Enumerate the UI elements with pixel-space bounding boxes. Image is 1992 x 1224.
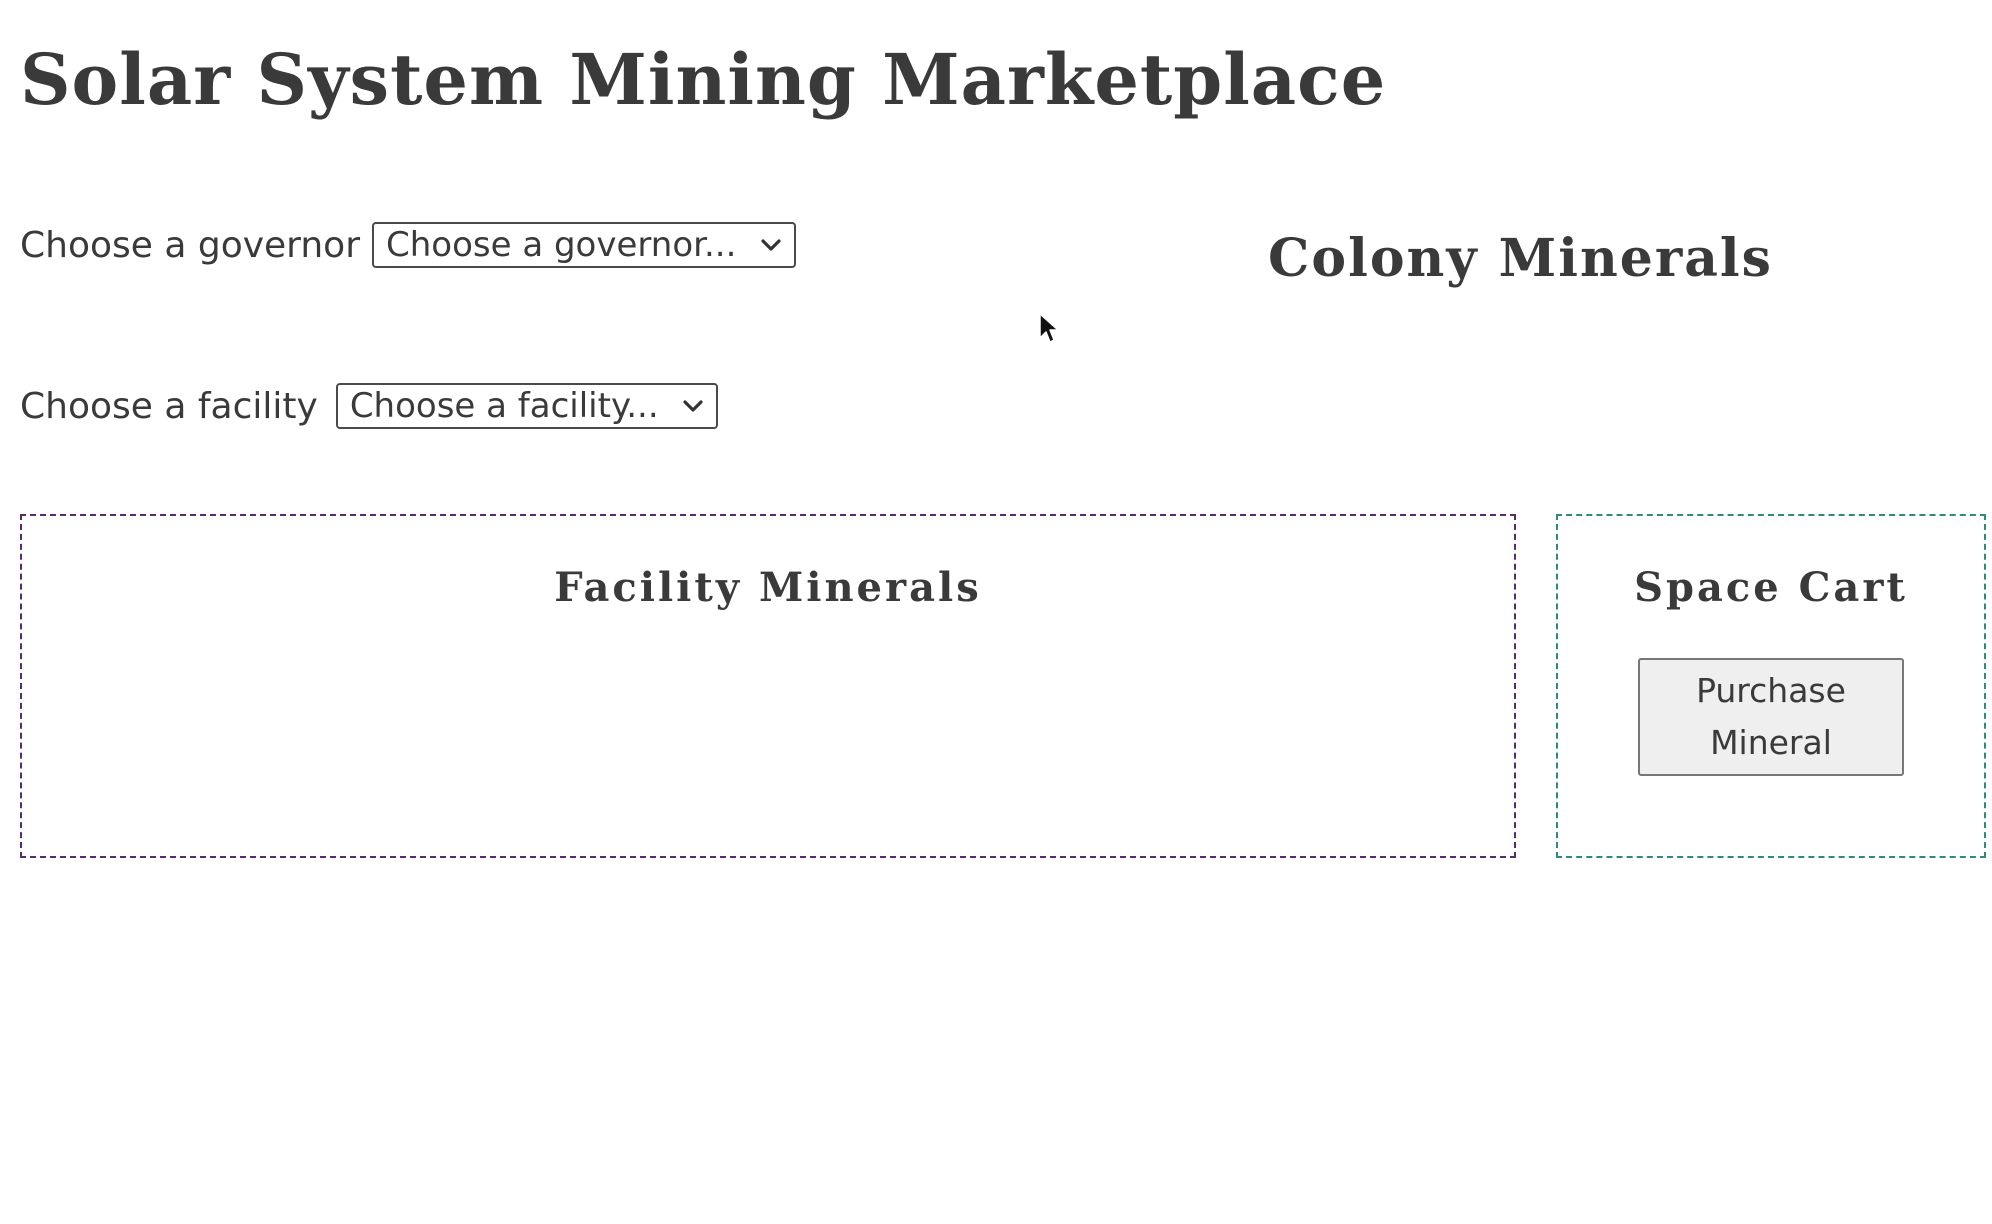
facility-label: Choose a facility (20, 385, 318, 427)
mouse-pointer-icon (1038, 312, 1060, 346)
facility-minerals-heading: Facility Minerals (554, 564, 982, 611)
colony-minerals-heading: Colony Minerals (1268, 228, 1773, 289)
space-cart-panel: Space Cart Purchase Mineral (1556, 514, 1986, 858)
facility-select[interactable]: Choose a facility... (335, 383, 718, 429)
governor-select[interactable]: Choose a governor... (372, 222, 796, 268)
facility-select-value: Choose a facility... (349, 386, 659, 426)
governor-select-value: Choose a governor... (386, 225, 737, 265)
space-cart-heading: Space Cart (1634, 564, 1908, 611)
governor-field: Choose a governor Choose a governor... (20, 222, 796, 268)
chevron-down-icon (758, 235, 784, 255)
governor-label: Choose a governor (20, 224, 360, 266)
purchase-mineral-button[interactable]: Purchase Mineral (1638, 658, 1904, 776)
page-title: Solar System Mining Marketplace (20, 38, 1387, 121)
facility-minerals-panel: Facility Minerals (20, 514, 1516, 858)
chevron-down-icon (680, 396, 706, 416)
facility-field: Choose a facility Choose a facility... (20, 383, 718, 429)
